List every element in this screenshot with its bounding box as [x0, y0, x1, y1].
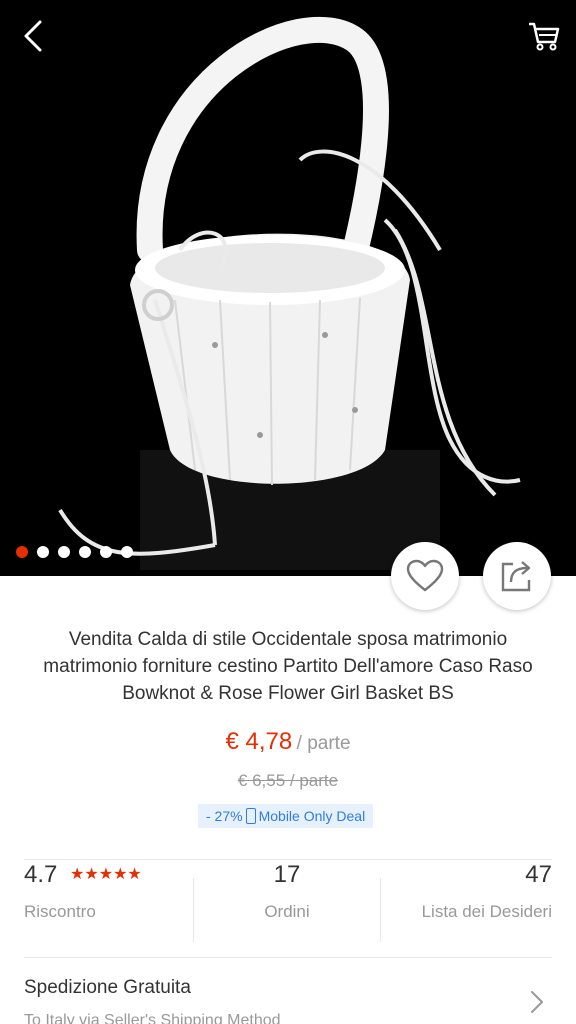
shipping-title: Spedizione Gratuita — [24, 977, 191, 998]
shipping-subtitle: To Italy via Seller's Shipping Method — [24, 1012, 281, 1024]
gallery-dot[interactable] — [16, 546, 28, 558]
orders-stat[interactable]: 17 Ordini — [194, 860, 380, 956]
rating-label: Riscontro — [24, 902, 96, 921]
chevron-left-icon — [24, 20, 42, 52]
price-unit: / parte — [296, 733, 351, 754]
cart-icon — [529, 22, 560, 51]
price-row: € 4,78 / parte — [0, 728, 576, 756]
stat-separator — [380, 878, 381, 942]
product-image-gallery[interactable] — [0, 0, 576, 576]
rating-value: 4.7 — [24, 861, 58, 888]
shipping-section[interactable]: Spedizione Gratuita To Italy via Seller'… — [24, 974, 552, 1024]
product-stats: 4.7 ★★★★★ Riscontro 17 Ordini 47 Lista d… — [0, 860, 576, 956]
share-icon — [501, 561, 531, 592]
wishlist-value: 47 — [525, 861, 552, 888]
heart-icon — [406, 559, 444, 592]
gallery-dot[interactable] — [121, 546, 133, 558]
wishlist-label: Lista dei Desideri — [421, 902, 552, 921]
gallery-dot[interactable] — [79, 546, 91, 558]
deal-label: Mobile Only Deal — [258, 808, 366, 824]
mobile-phone-icon — [245, 808, 256, 824]
current-price: € 4,78 — [225, 728, 293, 755]
rating-stat[interactable]: 4.7 ★★★★★ Riscontro — [24, 860, 142, 956]
original-price: € 6,55 / parte — [237, 771, 339, 790]
orders-value: 17 — [273, 861, 301, 888]
back-button[interactable] — [10, 14, 54, 58]
discount-percent: - 27% — [206, 808, 243, 824]
share-button[interactable] — [483, 542, 551, 610]
gallery-dot[interactable] — [100, 546, 112, 558]
rating-stars-icon: ★★★★★ — [70, 866, 142, 883]
product-title: Vendita Calda di stile Occidentale sposa… — [43, 629, 533, 704]
chevron-right-icon — [531, 991, 543, 1013]
gallery-dot[interactable] — [37, 546, 49, 558]
product-photo — [0, 0, 576, 576]
mobile-deal-badge: - 27% Mobile Only Deal — [198, 804, 374, 828]
cart-button[interactable] — [522, 14, 566, 58]
gallery-dot[interactable] — [58, 546, 70, 558]
orders-label: Ordini — [264, 902, 310, 921]
divider — [24, 957, 552, 958]
wishlist-stat[interactable]: 47 Lista dei Desideri — [422, 860, 552, 956]
gallery-pagination[interactable] — [16, 546, 133, 558]
add-to-wishlist-button[interactable] — [391, 542, 459, 610]
